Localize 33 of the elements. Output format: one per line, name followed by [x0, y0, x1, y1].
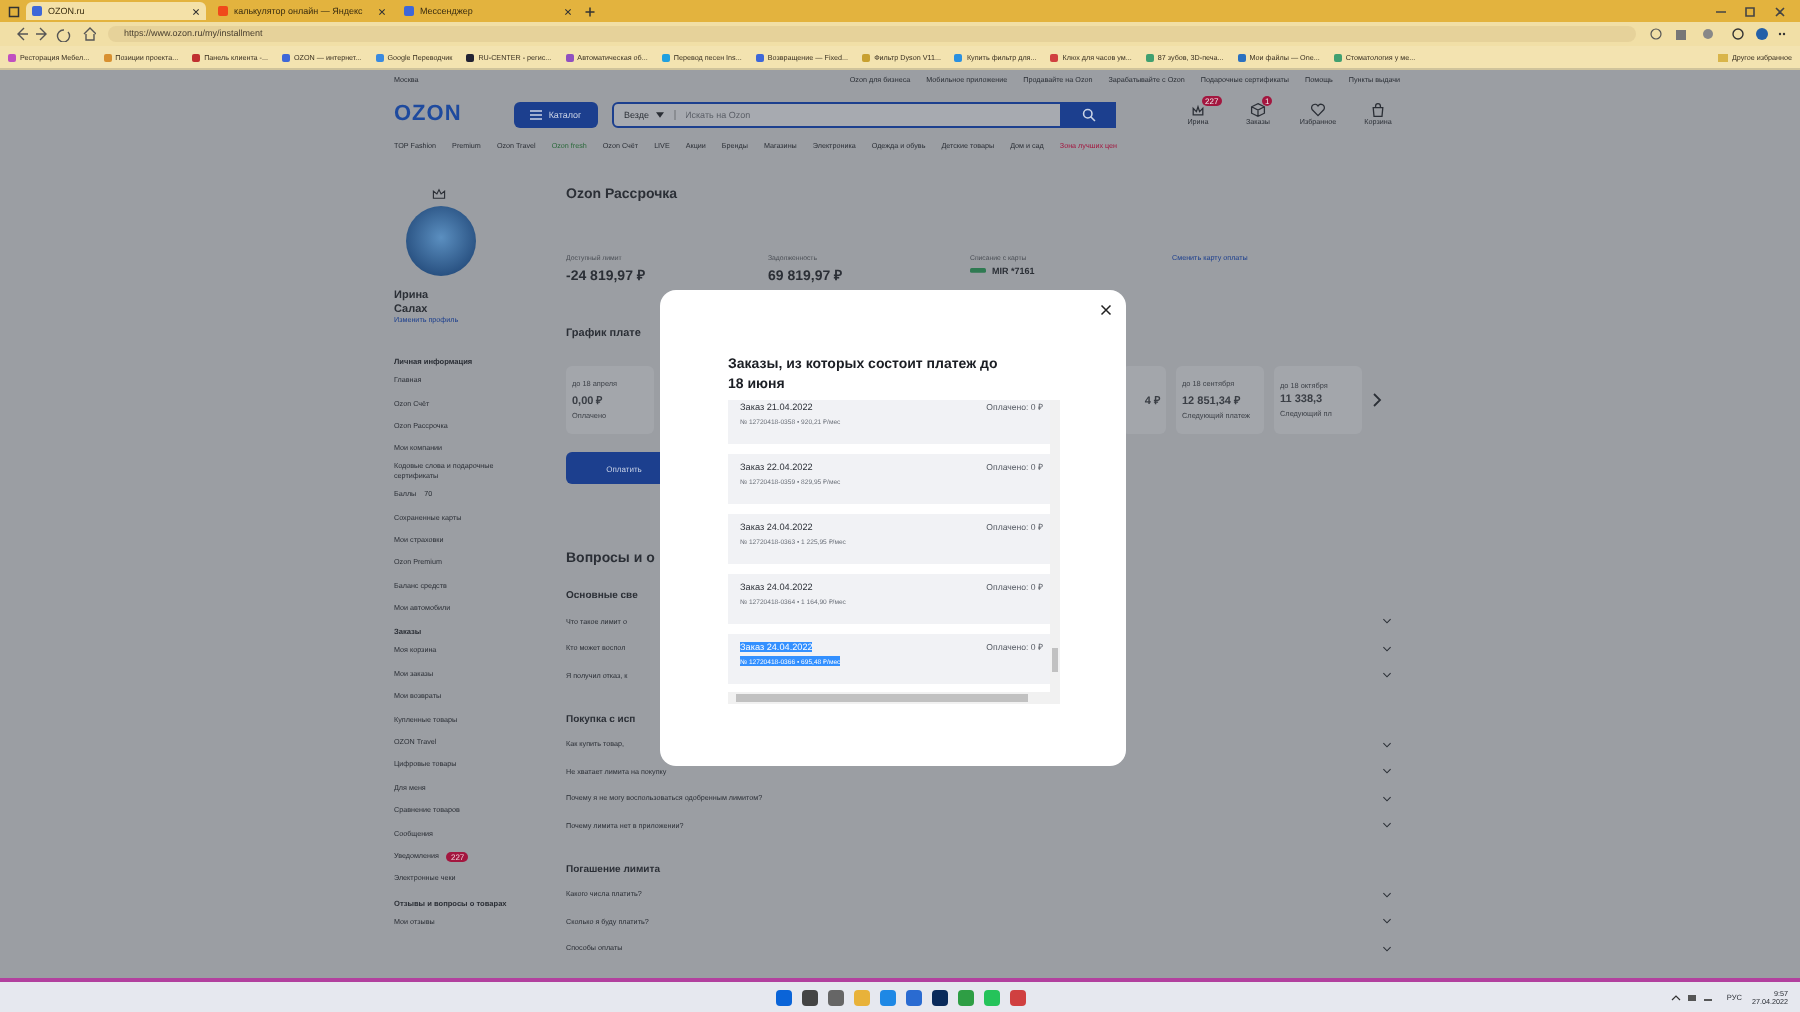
- chevron-right-icon[interactable]: [1372, 392, 1382, 408]
- tray-icon[interactable]: [1668, 991, 1717, 1003]
- chevron-down-icon[interactable]: [1382, 645, 1392, 652]
- chevron-down-icon[interactable]: [1382, 891, 1392, 898]
- close-tab-icon[interactable]: [378, 7, 386, 15]
- heart-icon: [1310, 102, 1326, 118]
- logo[interactable]: OZON: [394, 102, 514, 126]
- chevron-down-icon[interactable]: [1382, 768, 1392, 775]
- search-icon[interactable]: [1081, 107, 1095, 121]
- browser-toolbar-icon[interactable]: [1648, 26, 1788, 42]
- scrollbar[interactable]: [728, 692, 1060, 704]
- navigation-icon[interactable]: [12, 26, 96, 42]
- crown-icon: [432, 188, 446, 200]
- chevron-down-icon[interactable]: [1382, 795, 1392, 802]
- chevron-down-icon[interactable]: [1382, 741, 1392, 748]
- close-tab-icon[interactable]: [192, 7, 200, 15]
- avatar[interactable]: [406, 206, 476, 276]
- scrollbar[interactable]: [1050, 400, 1060, 692]
- close-icon[interactable]: [1100, 304, 1112, 316]
- caret-icon: [655, 111, 663, 117]
- close-tab-icon[interactable]: [564, 7, 572, 15]
- crown-icon: [1190, 102, 1206, 118]
- chevron-down-icon[interactable]: [1382, 618, 1392, 625]
- card-icon: [970, 268, 986, 274]
- bag-icon: [1370, 102, 1386, 118]
- new-tab-icon[interactable]: [584, 5, 596, 17]
- chevron-down-icon[interactable]: [1382, 822, 1392, 829]
- chevron-down-icon[interactable]: [1382, 918, 1392, 925]
- chevron-down-icon[interactable]: [1382, 945, 1392, 952]
- tab-actions-icon[interactable]: [8, 5, 20, 17]
- chevron-down-icon[interactable]: [1382, 672, 1392, 679]
- menu-icon: [530, 109, 543, 119]
- box-icon: [1250, 102, 1266, 118]
